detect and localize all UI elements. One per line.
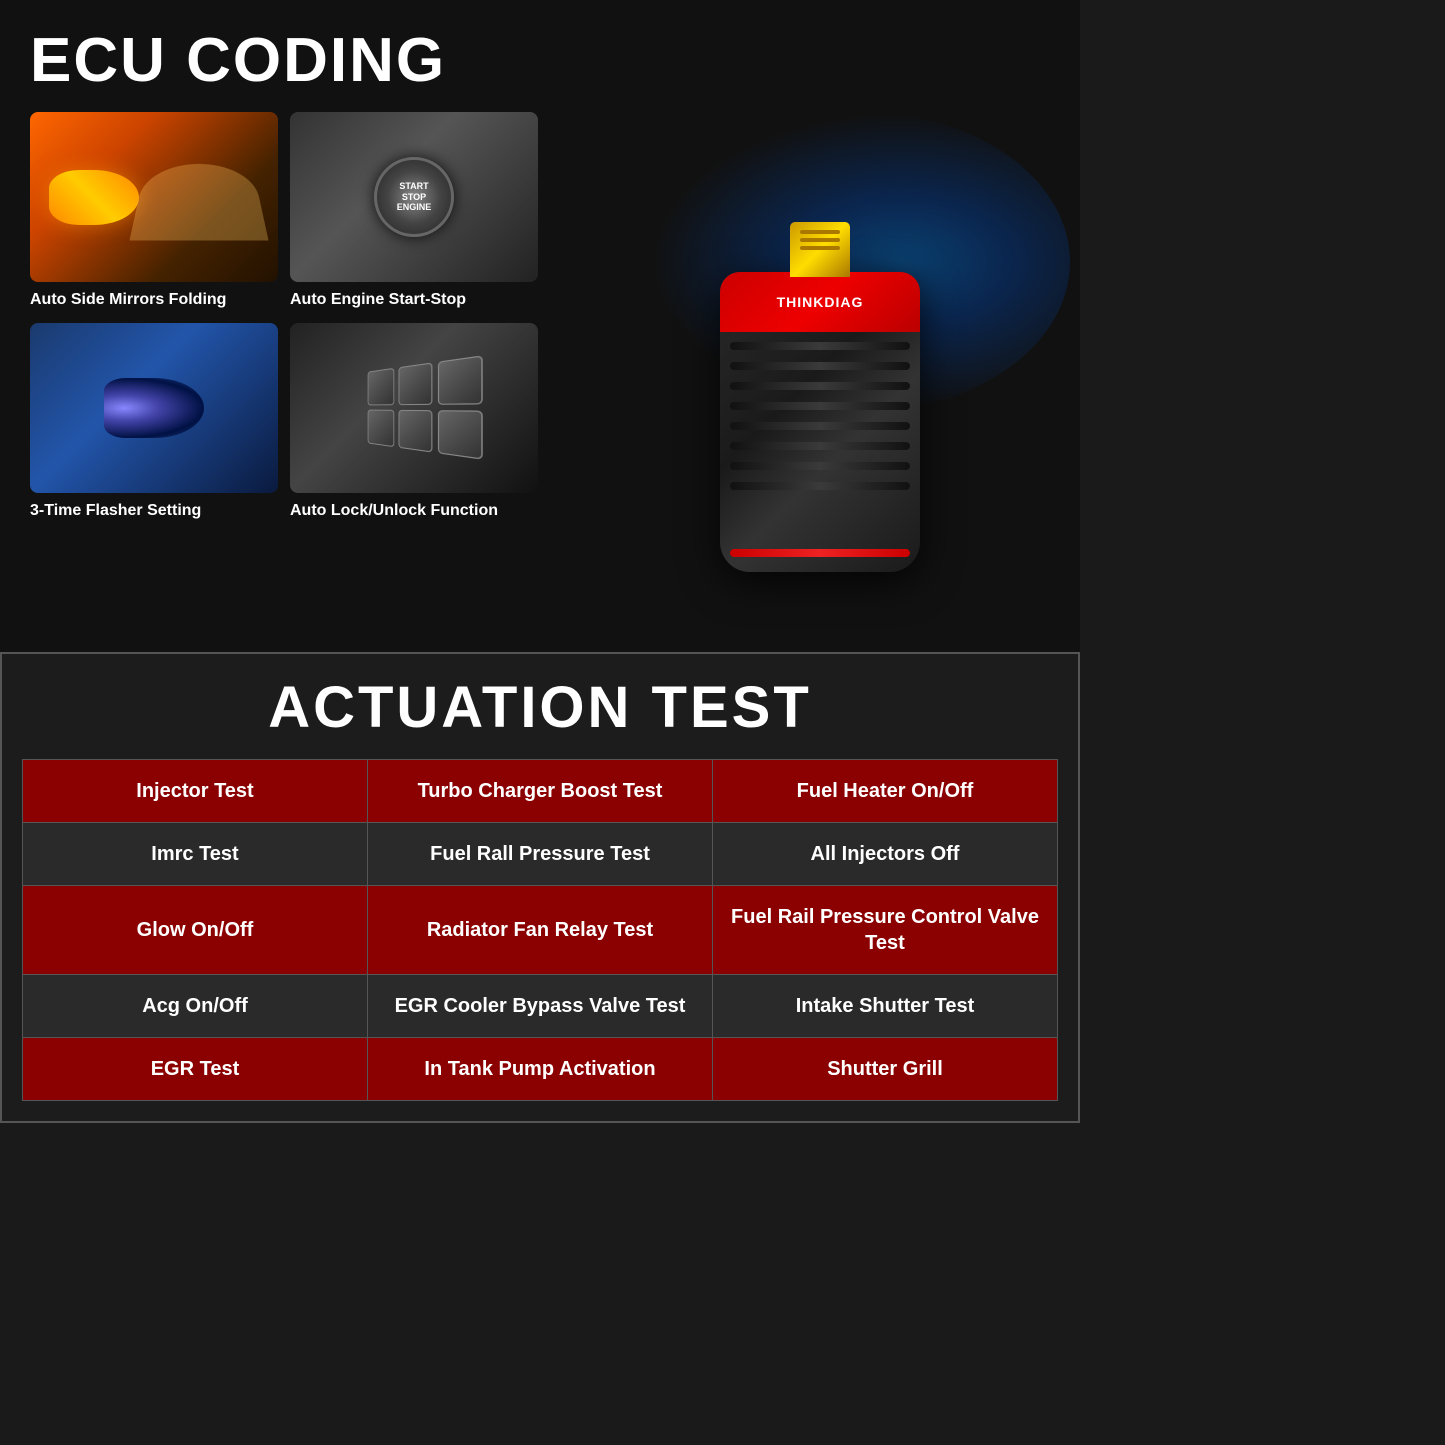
lock-btn-4 [367, 410, 394, 448]
ecu-content: Auto Side Mirrors Folding STARTSTOPENGIN… [30, 112, 1050, 632]
feature-label-lock: Auto Lock/Unlock Function [290, 501, 538, 522]
actuation-cell-0-2: Fuel Heater On/Off [713, 760, 1058, 823]
actuation-cell-3-2: Intake Shutter Test [713, 975, 1058, 1038]
feature-image-lock [290, 323, 538, 493]
actuation-row-2: Glow On/OffRadiator Fan Relay TestFuel R… [23, 886, 1058, 975]
actuation-cell-4-1: In Tank Pump Activation [368, 1038, 713, 1101]
feature-flasher: 3-Time Flasher Setting [30, 323, 278, 522]
feature-label-mirrors: Auto Side Mirrors Folding [30, 290, 278, 311]
actuation-row-4: EGR TestIn Tank Pump ActivationShutter G… [23, 1038, 1058, 1101]
feature-label-engine: Auto Engine Start-Stop [290, 290, 538, 311]
actuation-section: ACTUATION TEST Injector TestTurbo Charge… [0, 652, 1080, 1123]
lock-btn-2 [398, 363, 432, 406]
feature-image-flasher [30, 323, 278, 493]
feature-engine: STARTSTOPENGINE Auto Engine Start-Stop [290, 112, 538, 311]
actuation-cell-4-0: EGR Test [23, 1038, 368, 1101]
ecu-title: ECU CODING [30, 30, 1050, 92]
device-ridge-6 [730, 442, 910, 450]
headlight-art [104, 378, 204, 438]
actuation-cell-3-0: Acg On/Off [23, 975, 368, 1038]
device-ridge-7 [730, 462, 910, 470]
feature-label-flasher: 3-Time Flasher Setting [30, 501, 278, 522]
actuation-table: Injector TestTurbo Charger Boost TestFue… [22, 759, 1058, 1101]
lock-btns-art [367, 356, 482, 460]
feature-image-engine: STARTSTOPENGINE [290, 112, 538, 282]
actuation-cell-2-2: Fuel Rail Pressure Control Valve Test [713, 886, 1058, 975]
feature-lock: Auto Lock/Unlock Function [290, 323, 538, 522]
lock-btn-1 [367, 368, 394, 406]
ecu-section: ECU CODING Auto Side Mirrors Folding STA… [0, 0, 1080, 652]
lock-btn-5 [398, 410, 432, 453]
actuation-row-0: Injector TestTurbo Charger Boost TestFue… [23, 760, 1058, 823]
device-connector [790, 222, 850, 277]
lock-btn-6 [437, 410, 482, 460]
actuation-row-3: Acg On/OffEGR Cooler Bypass Valve TestIn… [23, 975, 1058, 1038]
device-ridge-2 [730, 362, 910, 370]
mirror-art [49, 170, 139, 225]
actuation-cell-1-2: All Injectors Off [713, 823, 1058, 886]
actuation-cell-0-1: Turbo Charger Boost Test [368, 760, 713, 823]
actuation-cell-2-1: Radiator Fan Relay Test [368, 886, 713, 975]
device-top-band: THINKDIAG [720, 272, 920, 332]
ecu-row-2: 3-Time Flasher Setting Au [30, 323, 570, 522]
actuation-cell-4-2: Shutter Grill [713, 1038, 1058, 1101]
actuation-title: ACTUATION TEST [22, 674, 1058, 741]
device-ridge-5 [730, 422, 910, 430]
device-bottom-band [730, 549, 910, 557]
device-ridge-3 [730, 382, 910, 390]
ecu-device-container: THINKDIAG [590, 112, 1050, 632]
actuation-row-1: Imrc TestFuel Rall Pressure TestAll Inje… [23, 823, 1058, 886]
device-ridge-4 [730, 402, 910, 410]
device-ridge-8 [730, 482, 910, 490]
start-btn-text: STARTSTOPENGINE [397, 181, 432, 213]
device-ridge-1 [730, 342, 910, 350]
device-ridges [730, 342, 910, 490]
device-brand-label: THINKDIAG [777, 294, 864, 310]
ecu-row-1: Auto Side Mirrors Folding STARTSTOPENGIN… [30, 112, 570, 311]
feature-mirrors: Auto Side Mirrors Folding [30, 112, 278, 311]
feature-image-mirrors [30, 112, 278, 282]
actuation-cell-2-0: Glow On/Off [23, 886, 368, 975]
start-btn-art: STARTSTOPENGINE [374, 157, 454, 237]
actuation-cell-1-0: Imrc Test [23, 823, 368, 886]
device-wrapper: THINKDIAG [630, 112, 1010, 632]
actuation-cell-0-0: Injector Test [23, 760, 368, 823]
ecu-features-grid: Auto Side Mirrors Folding STARTSTOPENGIN… [30, 112, 570, 522]
actuation-cell-1-1: Fuel Rall Pressure Test [368, 823, 713, 886]
lock-btn-3 [437, 356, 482, 406]
device-body: THINKDIAG [720, 272, 920, 572]
actuation-cell-3-1: EGR Cooler Bypass Valve Test [368, 975, 713, 1038]
